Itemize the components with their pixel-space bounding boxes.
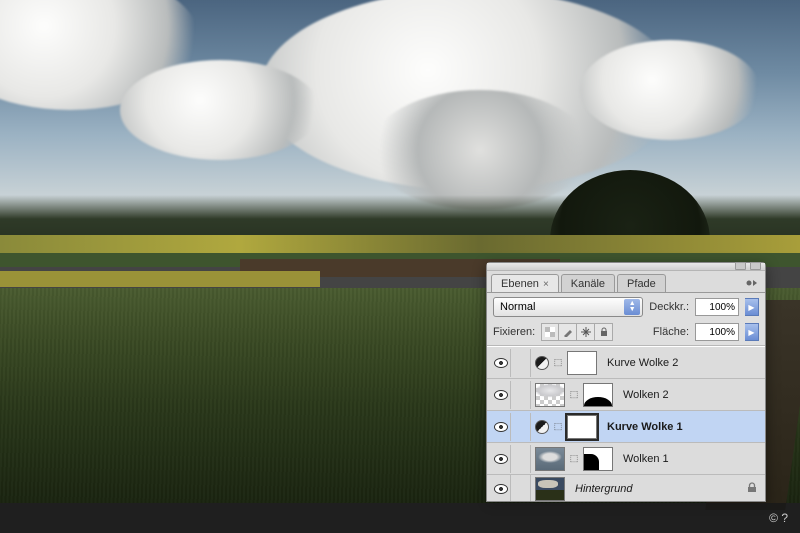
layer-thumbnail[interactable] <box>535 447 565 471</box>
link-column[interactable] <box>515 349 531 377</box>
layer-row[interactable]: ⬚ Wolken 1 <box>487 443 765 475</box>
layer-name[interactable]: Kurve Wolke 2 <box>601 357 761 369</box>
lock-fill-row: Fixieren: Fläche: 100% ▶ <box>487 321 765 346</box>
layer-thumbnail[interactable] <box>535 477 565 501</box>
lock-transparency-button[interactable] <box>541 323 559 341</box>
lock-pixels-button[interactable] <box>559 323 577 341</box>
tab-layers[interactable]: Ebenen × <box>491 274 559 292</box>
layer-mask-thumbnail[interactable] <box>567 415 597 439</box>
lock-label: Fixieren: <box>493 326 535 338</box>
opacity-label: Deckkr.: <box>649 301 689 313</box>
layer-row[interactable]: Hintergrund <box>487 475 765 501</box>
eye-icon <box>494 390 508 400</box>
panel-titlebar[interactable] <box>487 263 765 271</box>
eye-icon <box>494 454 508 464</box>
tab-channels[interactable]: Kanäle <box>561 274 615 292</box>
layer-name[interactable]: Hintergrund <box>569 483 743 495</box>
layer-name[interactable]: Wolken 2 <box>617 389 761 401</box>
tab-label: Ebenen <box>501 278 539 290</box>
blend-opacity-row: Normal ▲▼ Deckkr.: 100% ▶ <box>487 293 765 321</box>
close-button[interactable] <box>750 262 761 270</box>
mask-link-icon[interactable]: ⬚ <box>553 421 563 432</box>
blend-mode-select[interactable]: Normal ▲▼ <box>493 297 643 317</box>
mask-link-icon[interactable]: ⬚ <box>569 389 579 400</box>
layer-mask-thumbnail[interactable] <box>567 351 597 375</box>
layer-list: ⬚ Kurve Wolke 2 ⬚ Wolken 2 ⬚ Kurve Wolke… <box>487 346 765 501</box>
panel-menu-button[interactable] <box>745 277 759 289</box>
visibility-toggle[interactable] <box>491 413 511 441</box>
opacity-flyout-button[interactable]: ▶ <box>745 298 759 316</box>
layer-name[interactable]: Wolken 1 <box>617 453 761 465</box>
cloud <box>370 90 590 210</box>
tab-paths[interactable]: Pfade <box>617 274 666 292</box>
link-column[interactable] <box>515 413 531 441</box>
fill-field[interactable]: 100% <box>695 323 739 341</box>
visibility-toggle[interactable] <box>491 445 511 473</box>
mask-link-icon[interactable]: ⬚ <box>553 357 563 368</box>
visibility-toggle[interactable] <box>491 475 511 502</box>
cloud <box>580 40 760 140</box>
layer-row[interactable]: ⬚ Wolken 2 <box>487 379 765 411</box>
layer-row[interactable]: ⬚ Kurve Wolke 2 <box>487 347 765 379</box>
link-column[interactable] <box>515 445 531 473</box>
eye-icon <box>494 358 508 368</box>
footer-bar: © ? <box>0 503 800 533</box>
eye-icon <box>494 484 508 494</box>
visibility-toggle[interactable] <box>491 381 511 409</box>
updown-icon: ▲▼ <box>624 299 640 315</box>
curves-adjustment-icon <box>535 356 549 370</box>
layer-mask-thumbnail[interactable] <box>583 383 613 407</box>
copyright-text: © ? <box>769 511 788 525</box>
layer-thumbnail[interactable] <box>535 383 565 407</box>
link-column[interactable] <box>515 381 531 409</box>
cloud <box>120 60 320 160</box>
blend-mode-value: Normal <box>500 301 535 313</box>
tab-label: Kanäle <box>571 278 605 290</box>
layer-name[interactable]: Kurve Wolke 1 <box>601 421 761 433</box>
fill-label: Fläche: <box>653 326 689 338</box>
minimize-button[interactable] <box>735 262 746 270</box>
lock-buttons <box>541 323 613 341</box>
eye-icon <box>494 422 508 432</box>
close-icon[interactable]: × <box>543 279 549 290</box>
opacity-field[interactable]: 100% <box>695 298 739 316</box>
lock-position-button[interactable] <box>577 323 595 341</box>
lock-icon <box>747 482 761 496</box>
tab-label: Pfade <box>627 278 656 290</box>
layer-mask-thumbnail[interactable] <box>583 447 613 471</box>
visibility-toggle[interactable] <box>491 349 511 377</box>
mask-link-icon[interactable]: ⬚ <box>569 453 579 464</box>
panel-tabs: Ebenen × Kanäle Pfade <box>487 271 765 293</box>
layers-panel: Ebenen × Kanäle Pfade Normal ▲▼ Deckkr.: … <box>486 262 766 502</box>
fill-flyout-button[interactable]: ▶ <box>745 323 759 341</box>
curves-adjustment-icon <box>535 420 549 434</box>
link-column[interactable] <box>515 475 531 502</box>
lock-all-button[interactable] <box>595 323 613 341</box>
layer-row[interactable]: ⬚ Kurve Wolke 1 <box>487 411 765 443</box>
